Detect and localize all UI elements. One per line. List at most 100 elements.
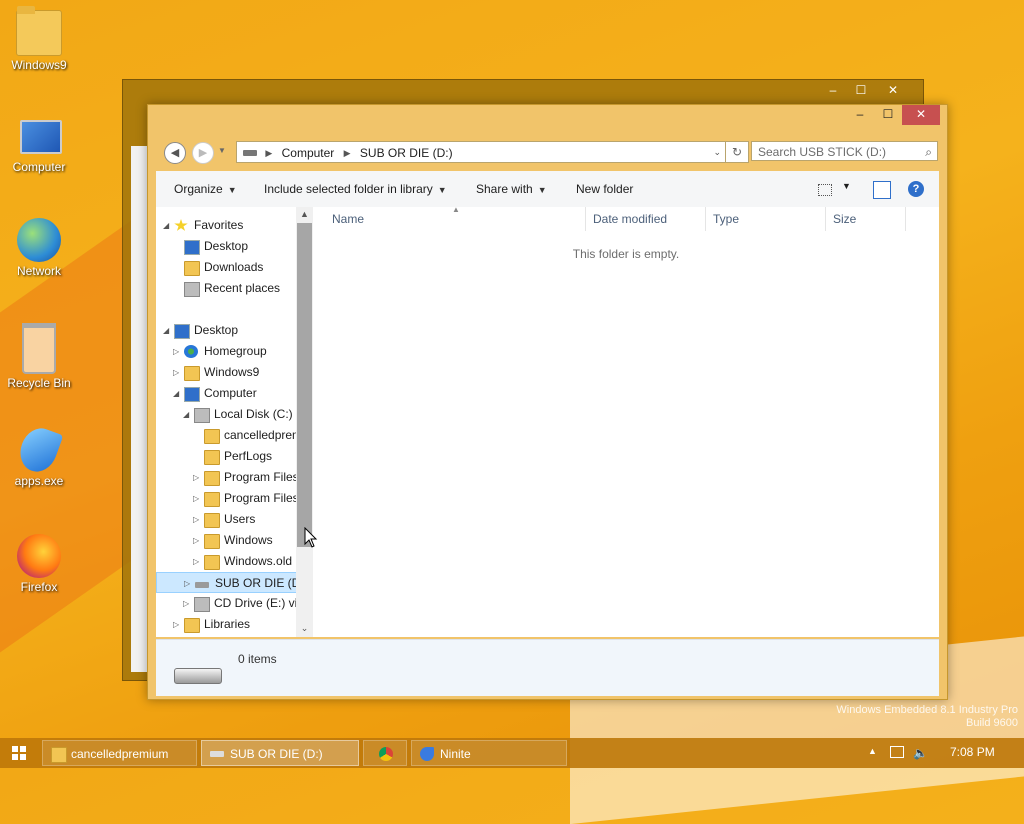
help-icon[interactable]: ?	[908, 181, 924, 197]
folder-icon	[204, 471, 220, 486]
nav-item[interactable]: ◢ Computer	[156, 383, 313, 404]
nav-item[interactable]: ◢ Desktop	[156, 320, 313, 341]
column-header-type[interactable]: Type	[713, 212, 739, 226]
nav-item[interactable]: PerfLogs	[156, 446, 313, 467]
nav-item[interactable]: ◢ Favorites	[156, 215, 313, 236]
column-divider[interactable]	[825, 207, 826, 231]
expand-arrow-icon[interactable]: ▷	[173, 362, 179, 383]
view-options-chevron-icon[interactable]: ▼	[842, 181, 851, 191]
desktop-icon-windows9[interactable]: Windows9	[4, 6, 74, 72]
column-divider[interactable]	[585, 207, 586, 231]
scrollbar-thumb[interactable]	[297, 223, 312, 547]
nav-item-label: Windows9	[204, 365, 260, 379]
scroll-down-icon[interactable]: ⌄	[296, 623, 313, 634]
expand-arrow-icon[interactable]: ▷	[193, 530, 199, 551]
nav-item[interactable]: ◢ Local Disk (C:)	[156, 404, 313, 425]
desktop-icon-network[interactable]: Network	[4, 218, 74, 278]
nav-item[interactable]: ▷ Windows9	[156, 362, 313, 383]
desktop-icon-computer[interactable]: Computer	[4, 114, 74, 174]
scroll-up-icon[interactable]: ▲	[296, 209, 313, 219]
nav-item-label: Downloads	[204, 260, 264, 274]
organize-button[interactable]: Organize ▼	[174, 182, 237, 196]
desktop-icon-firefox[interactable]: Firefox	[4, 534, 74, 594]
address-dropdown-icon[interactable]: ⌄	[713, 142, 721, 162]
refresh-icon[interactable]: ↻	[725, 141, 749, 163]
preview-pane-icon[interactable]	[873, 181, 891, 199]
navigation-scrollbar[interactable]: ▲ ⌄	[296, 207, 313, 637]
search-input[interactable]: Search USB STICK (D:) ⌕	[751, 141, 938, 161]
breadcrumb-chevron-icon[interactable]: ▶	[265, 148, 272, 158]
nav-item[interactable]: ▷ Program Files	[156, 467, 313, 488]
expand-arrow-icon[interactable]: ▷	[184, 573, 190, 594]
folder-icon	[204, 513, 220, 528]
column-header-name[interactable]: Name	[332, 212, 364, 226]
clock[interactable]: 7:08 PM	[950, 745, 995, 759]
nav-item[interactable]: ▷ Windows	[156, 530, 313, 551]
firefox-icon	[17, 534, 61, 578]
desktop-icon-label: Network	[16, 264, 61, 278]
forward-arrow-icon[interactable]: ▶	[192, 142, 214, 164]
file-list[interactable]: ▲ Name Date modified Type Size This fold…	[313, 205, 939, 637]
nav-item[interactable]: ▷Program Files (x86)	[156, 488, 313, 509]
breadcrumb-chevron-icon[interactable]: ▶	[344, 148, 351, 158]
taskbar-button-sub-or-die[interactable]: SUB OR DIE (D:)	[201, 740, 359, 766]
content-area: ◢ Favorites Desktop Downloads Recent places ◢…	[156, 205, 939, 637]
windows-logo-icon[interactable]	[12, 746, 26, 760]
expand-arrow-icon[interactable]: ▷	[193, 551, 199, 572]
taskbar-button-cancelledpremium[interactable]: cancelledpremium	[42, 740, 197, 766]
expand-arrow-icon[interactable]: ▷	[193, 467, 199, 488]
nav-item[interactable]: ▷ Users	[156, 509, 313, 530]
address-row: ◀ ▶ ▼ ▶ Computer ▶ SUB OR DIE (D:) ⌄ ↻ S…	[156, 138, 939, 166]
collapse-arrow-icon[interactable]: ◢	[163, 215, 169, 236]
address-bar[interactable]: ▶ Computer ▶ SUB OR DIE (D:) ⌄	[236, 141, 726, 163]
nav-item-label: PerfLogs	[224, 449, 273, 463]
back-maximize-button[interactable]: ☐	[847, 80, 875, 100]
column-header-size[interactable]: Size	[833, 212, 856, 226]
column-divider[interactable]	[705, 207, 706, 231]
desktop-icon-label: apps.exe	[14, 474, 64, 488]
back-arrow-icon[interactable]: ◀	[164, 142, 186, 164]
expand-arrow-icon[interactable]: ▷	[173, 614, 179, 635]
column-divider[interactable]	[905, 207, 906, 231]
column-header-date-modified[interactable]: Date modified	[593, 212, 667, 226]
nav-item[interactable]: cancelledpremium	[156, 425, 313, 446]
collapse-arrow-icon[interactable]: ◢	[173, 383, 179, 404]
desktop-icon	[184, 240, 200, 255]
breadcrumb-sub-or-die[interactable]: SUB OR DIE (D:)	[360, 146, 453, 160]
show-hidden-icons-chevron-icon[interactable]: ▲	[868, 746, 877, 756]
nav-item-label: Local Disk (C:)	[214, 407, 293, 421]
nav-item[interactable]: ▷ Windows.old	[156, 551, 313, 572]
desktop-icon-recycle-bin[interactable]: Recycle Bin	[4, 323, 74, 390]
nav-item[interactable]: Downloads	[156, 257, 313, 278]
breadcrumb-computer[interactable]: Computer	[282, 146, 335, 160]
collapse-arrow-icon[interactable]: ◢	[183, 404, 189, 425]
nav-item[interactable]: Desktop	[156, 236, 313, 257]
network-tray-icon[interactable]	[890, 746, 904, 758]
expand-arrow-icon[interactable]: ▷	[193, 509, 199, 530]
nav-item[interactable]: ▷ Libraries	[156, 614, 313, 635]
minimize-button[interactable]: –	[846, 105, 874, 125]
expand-arrow-icon[interactable]: ▷	[173, 341, 179, 362]
nav-item[interactable]: ▷ Homegroup	[156, 341, 313, 362]
back-minimize-button[interactable]: –	[819, 80, 847, 100]
maximize-button[interactable]: ☐	[874, 105, 902, 125]
nav-item[interactable]: Recent places	[156, 278, 313, 299]
search-icon[interactable]: ⌕	[925, 142, 932, 162]
nav-item[interactable]: ▷ SUB OR DIE (D:)	[156, 572, 313, 593]
taskbar-button-ninite[interactable]: Ninite	[411, 740, 567, 766]
close-button[interactable]: ✕	[902, 105, 940, 125]
include-in-library-button[interactable]: Include selected folder in library ▼	[264, 182, 447, 196]
desktop-icon-apps-exe[interactable]: apps.exe	[4, 423, 74, 488]
taskbar-button-chrome[interactable]	[363, 740, 407, 766]
back-close-button[interactable]: ✕	[879, 80, 907, 100]
collapse-arrow-icon[interactable]: ◢	[163, 320, 169, 341]
expand-arrow-icon[interactable]: ▷	[193, 488, 199, 509]
volume-muted-icon[interactable]: 🔈	[913, 746, 928, 760]
expand-arrow-icon[interactable]: ▷	[183, 593, 189, 614]
nav-item[interactable]: ▷CD Drive (E:) virtio-win	[156, 593, 313, 614]
recent-locations-chevron-icon[interactable]: ▼	[218, 146, 226, 155]
view-options-icon[interactable]	[818, 184, 832, 196]
explorer-window[interactable]: – ☐ ✕ ◀ ▶ ▼ ▶ Computer ▶ SUB OR DIE (D:)…	[147, 104, 948, 700]
new-folder-button[interactable]: New folder	[576, 182, 633, 196]
share-with-button[interactable]: Share with ▼	[476, 182, 547, 196]
